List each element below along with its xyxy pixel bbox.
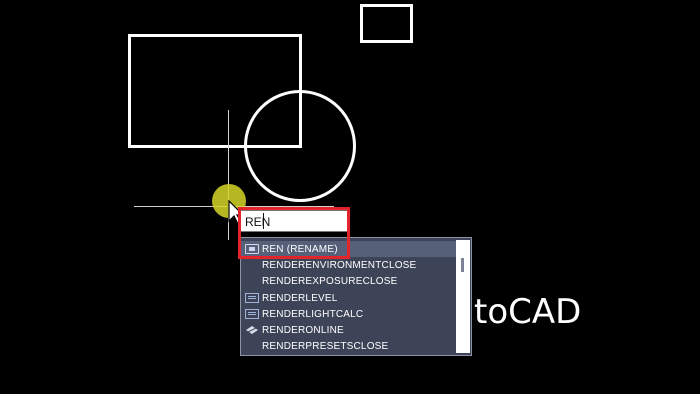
small-rectangle <box>360 4 413 43</box>
list-item-label: RENDERENVIRONMENTCLOSE <box>262 259 417 271</box>
list-item[interactable]: RENDERONLINE <box>241 322 457 338</box>
annotation-highlight-frame <box>238 207 350 259</box>
list-item[interactable]: RENDERLEVEL <box>241 290 457 306</box>
list-item[interactable]: RENDERLIGHTCALC <box>241 306 457 322</box>
cloud-render-icon <box>246 326 258 334</box>
list-item-label: RENDERLIGHTCALC <box>262 308 364 320</box>
circle <box>244 90 356 202</box>
system-variable-icon <box>245 293 259 303</box>
list-item[interactable]: RENDEREXPOSURECLOSE <box>241 273 457 289</box>
list-item-label: RENDERONLINE <box>262 324 344 336</box>
system-variable-icon <box>245 309 259 319</box>
list-item-label: RENDERLEVEL <box>262 292 338 304</box>
list-item-label: RENDERPRESETSCLOSE <box>262 340 389 352</box>
brand-text: toCAD <box>474 292 582 332</box>
list-item[interactable]: RENDERPRESETSCLOSE <box>241 338 457 354</box>
scrollbar-thumb[interactable] <box>461 258 464 272</box>
list-item-label: RENDEREXPOSURECLOSE <box>262 275 398 287</box>
list-item[interactable]: RENDERENVIRONMENTCLOSE <box>241 257 457 273</box>
list-scrollbar[interactable] <box>456 240 470 353</box>
